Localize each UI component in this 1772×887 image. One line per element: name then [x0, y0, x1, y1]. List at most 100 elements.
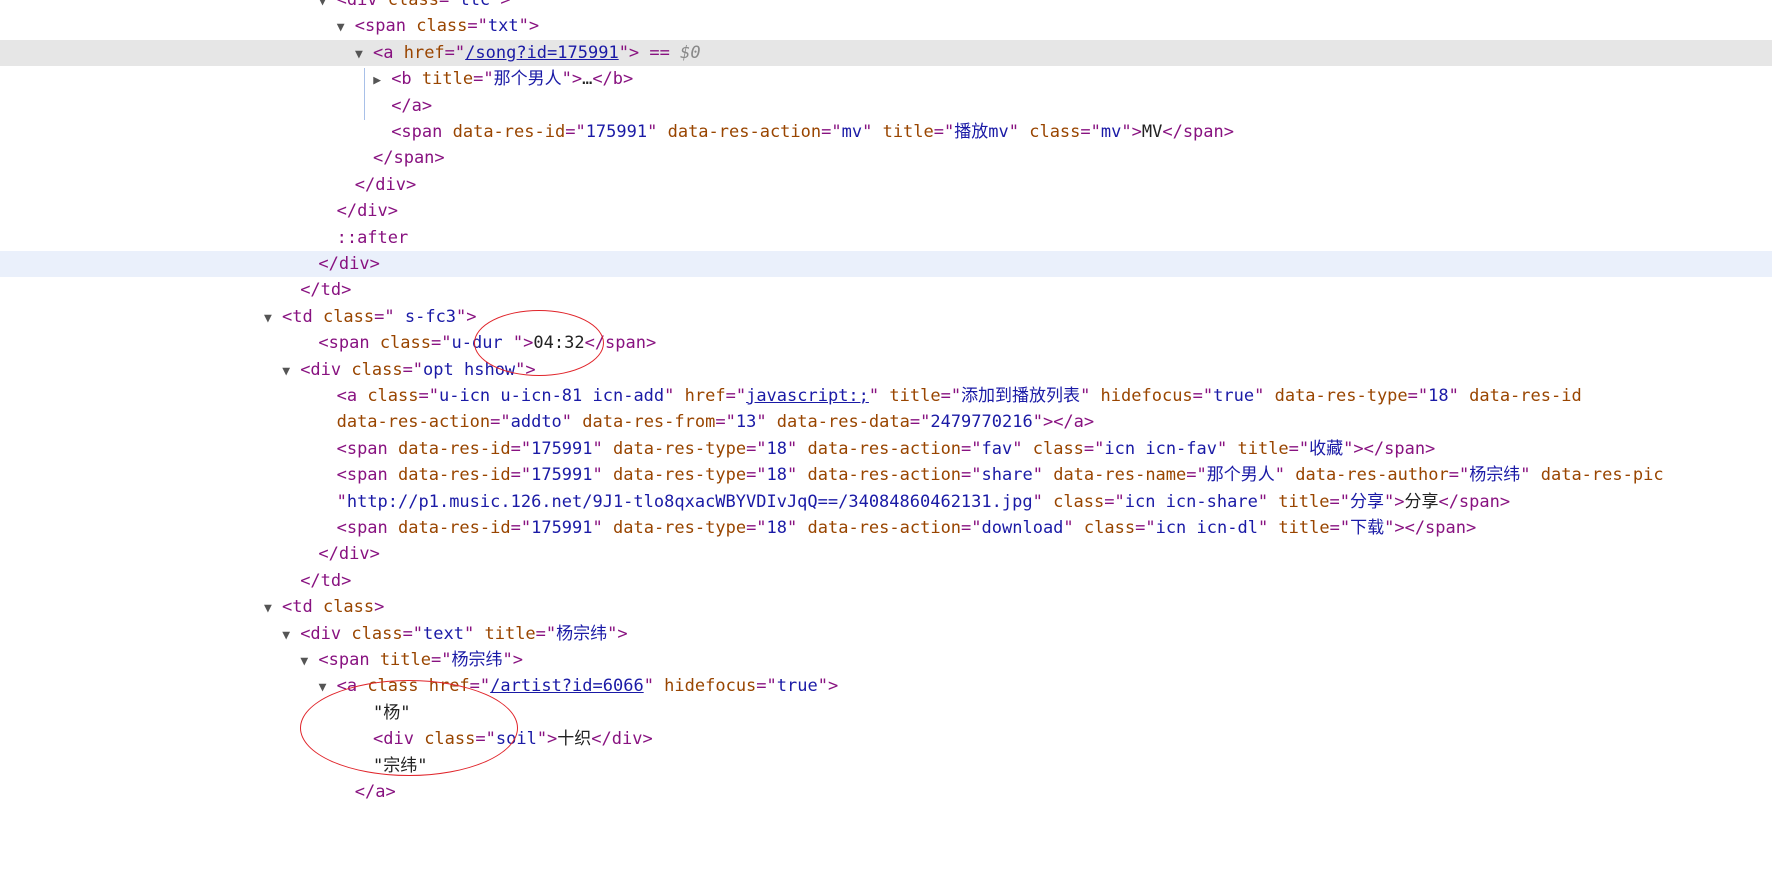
- attribute-link[interactable]: javascript:;: [746, 386, 869, 406]
- token-tag: ": [868, 386, 890, 406]
- line-content: "杨": [373, 700, 410, 726]
- line-span-share-cont[interactable]: "http://p1.music.126.net/9J1-tlo8qxacWBY…: [0, 489, 1772, 515]
- token-val: download: [981, 518, 1064, 538]
- token-tag: =": [565, 122, 586, 142]
- token-attr: data-res-action: [807, 465, 962, 486]
- line-b-title[interactable]: ▶ <b title="那个男人">…</b>: [0, 66, 1772, 92]
- token-tag: =": [961, 465, 982, 486]
- token-val: icn icn-fav: [1104, 438, 1217, 459]
- line-after[interactable]: ::after: [0, 225, 1772, 251]
- token-attr: hidefocus: [664, 676, 757, 697]
- attribute-link[interactable]: /song?id=175991: [465, 43, 619, 63]
- line-close-div-4[interactable]: </div>: [0, 541, 1772, 567]
- token-val: mv: [841, 122, 863, 142]
- token-tag: <span: [318, 333, 380, 354]
- token-tag: <a: [336, 676, 368, 697]
- token-attr: data-res-action: [807, 518, 962, 538]
- token-attr: data-res-type: [1274, 386, 1408, 406]
- line-span-download[interactable]: <span data-res-id="175991" data-res-type…: [0, 515, 1772, 541]
- attribute-link[interactable]: /artist?id=6066: [490, 676, 644, 696]
- token-tag: ": [1217, 438, 1238, 459]
- line-content: ::after: [337, 225, 409, 251]
- expand-triangle-down-icon[interactable]: ▼: [337, 15, 355, 41]
- line-span-share[interactable]: <span data-res-id="175991" data-res-type…: [0, 462, 1772, 488]
- token-attr: data-res-id: [452, 122, 566, 142]
- token-val: 那个男人: [1206, 465, 1275, 486]
- token-tag: ">: [618, 42, 640, 63]
- line-div-soil[interactable]: <div class="soil">十织</div>: [0, 726, 1772, 752]
- line-div-text[interactable]: ▼ <div class="text" title="杨宗纬">: [0, 621, 1772, 647]
- line-text-zongwei[interactable]: "宗纬": [0, 753, 1772, 779]
- token-tag: <td: [282, 306, 323, 327]
- token-tag: ": [787, 465, 808, 486]
- token-tag: =": [1080, 122, 1101, 142]
- line-content: ▼ <div class="text" title="杨宗纬">: [282, 621, 627, 649]
- token-tag: ">: [1032, 412, 1054, 433]
- line-content: ▶ <b title="那个男人">…</b>: [373, 66, 633, 94]
- token-val: u-dur: [451, 333, 513, 354]
- line-span-txt[interactable]: ▼ <span class="txt">: [0, 13, 1772, 39]
- line-close-div-3[interactable]: </div>: [0, 251, 1772, 278]
- line-span-title[interactable]: ▼ <span title="杨宗纬">: [0, 647, 1772, 673]
- token-tag: </td>: [300, 280, 352, 301]
- token-attr: data-res-id: [398, 518, 511, 538]
- line-div-ttc[interactable]: ▼ <div class="ttc">: [0, 0, 1772, 13]
- expand-triangle-down-icon[interactable]: ▼: [264, 306, 282, 332]
- expand-triangle-down-icon[interactable]: ▼: [319, 675, 337, 701]
- line-span-mv[interactable]: <span data-res-id="175991" data-res-acti…: [0, 119, 1772, 145]
- token-tag: =": [467, 16, 488, 37]
- token-val: 175991: [531, 518, 593, 538]
- token-val: soil: [495, 729, 537, 750]
- expand-triangle-down-icon[interactable]: ▼: [264, 596, 282, 622]
- line-a-add[interactable]: <a class="u-icn u-icn-81 icn-add" href="…: [0, 383, 1772, 409]
- token-tag: ": [1448, 386, 1470, 406]
- expand-triangle-down-icon[interactable]: ▼: [355, 42, 373, 68]
- token-attr: data-res-pic: [1540, 465, 1664, 486]
- token-tag: <div: [300, 623, 352, 644]
- token-tag: =": [1104, 491, 1125, 512]
- token-tag: ": [592, 438, 613, 459]
- line-close-div-1[interactable]: </div>: [0, 172, 1772, 198]
- token-tag: =": [940, 386, 962, 406]
- line-a-add-cont[interactable]: data-res-action="addto" data-res-from="1…: [0, 409, 1772, 435]
- line-span-fav[interactable]: <span data-res-id="175991" data-res-type…: [0, 436, 1772, 462]
- token-tag: ">: [512, 333, 534, 354]
- expand-triangle-down-icon[interactable]: ▼: [300, 649, 318, 675]
- line-div-opt[interactable]: ▼ <div class="opt hshow">: [0, 357, 1772, 383]
- token-tag: </a>: [354, 782, 396, 802]
- line-close-td-1[interactable]: </td>: [0, 277, 1772, 303]
- line-content: <span data-res-id="175991" data-res-acti…: [391, 119, 1234, 145]
- token-attr: class: [351, 359, 403, 380]
- line-close-a[interactable]: </a>: [0, 93, 1772, 119]
- expand-triangle-down-icon[interactable]: ▼: [282, 623, 300, 649]
- token-val: icn icn-share: [1124, 491, 1258, 512]
- token-tag: <span: [318, 650, 380, 670]
- expand-triangle-down-icon[interactable]: ▼: [282, 359, 300, 385]
- token-tag: ">: [607, 623, 628, 644]
- line-close-a-2[interactable]: </a>: [0, 779, 1772, 805]
- expand-triangle-right-icon[interactable]: ▶: [373, 68, 391, 94]
- line-text-yang[interactable]: "杨": [0, 700, 1772, 726]
- token-attr: href: [403, 42, 445, 63]
- token-tag: ": [592, 465, 613, 486]
- line-td-class[interactable]: ▼ <td class>: [0, 594, 1772, 620]
- line-close-span[interactable]: </span>: [0, 145, 1772, 171]
- token-attr: title: [1278, 491, 1330, 512]
- line-content: <span data-res-id="175991" data-res-type…: [337, 462, 1664, 488]
- token-tag: ": [1008, 122, 1030, 142]
- line-a-song[interactable]: ▼ <a href="/song?id=175991"> == $0: [0, 39, 1772, 68]
- token-tag: </span>: [1438, 491, 1511, 512]
- token-attr: title: [882, 122, 934, 142]
- line-td-sfc3[interactable]: ▼ <td class=" s-fc3">: [0, 304, 1772, 330]
- line-a-artist[interactable]: ▼ <a class href="/artist?id=6066" hidefoc…: [0, 673, 1772, 699]
- token-attr: class: [367, 386, 419, 406]
- token-attr: class: [387, 0, 439, 10]
- line-span-udur[interactable]: <span class="u-dur ">04:32</span>: [0, 330, 1772, 356]
- token-val: 收藏: [1309, 438, 1344, 459]
- token-tag: ": [787, 438, 808, 459]
- token-val: 分享: [1349, 491, 1384, 512]
- line-close-td-2[interactable]: </td>: [0, 568, 1772, 594]
- line-close-div-2[interactable]: </div>: [0, 198, 1772, 224]
- token-val: 2479770216: [930, 412, 1033, 433]
- token-tag: =": [431, 333, 452, 354]
